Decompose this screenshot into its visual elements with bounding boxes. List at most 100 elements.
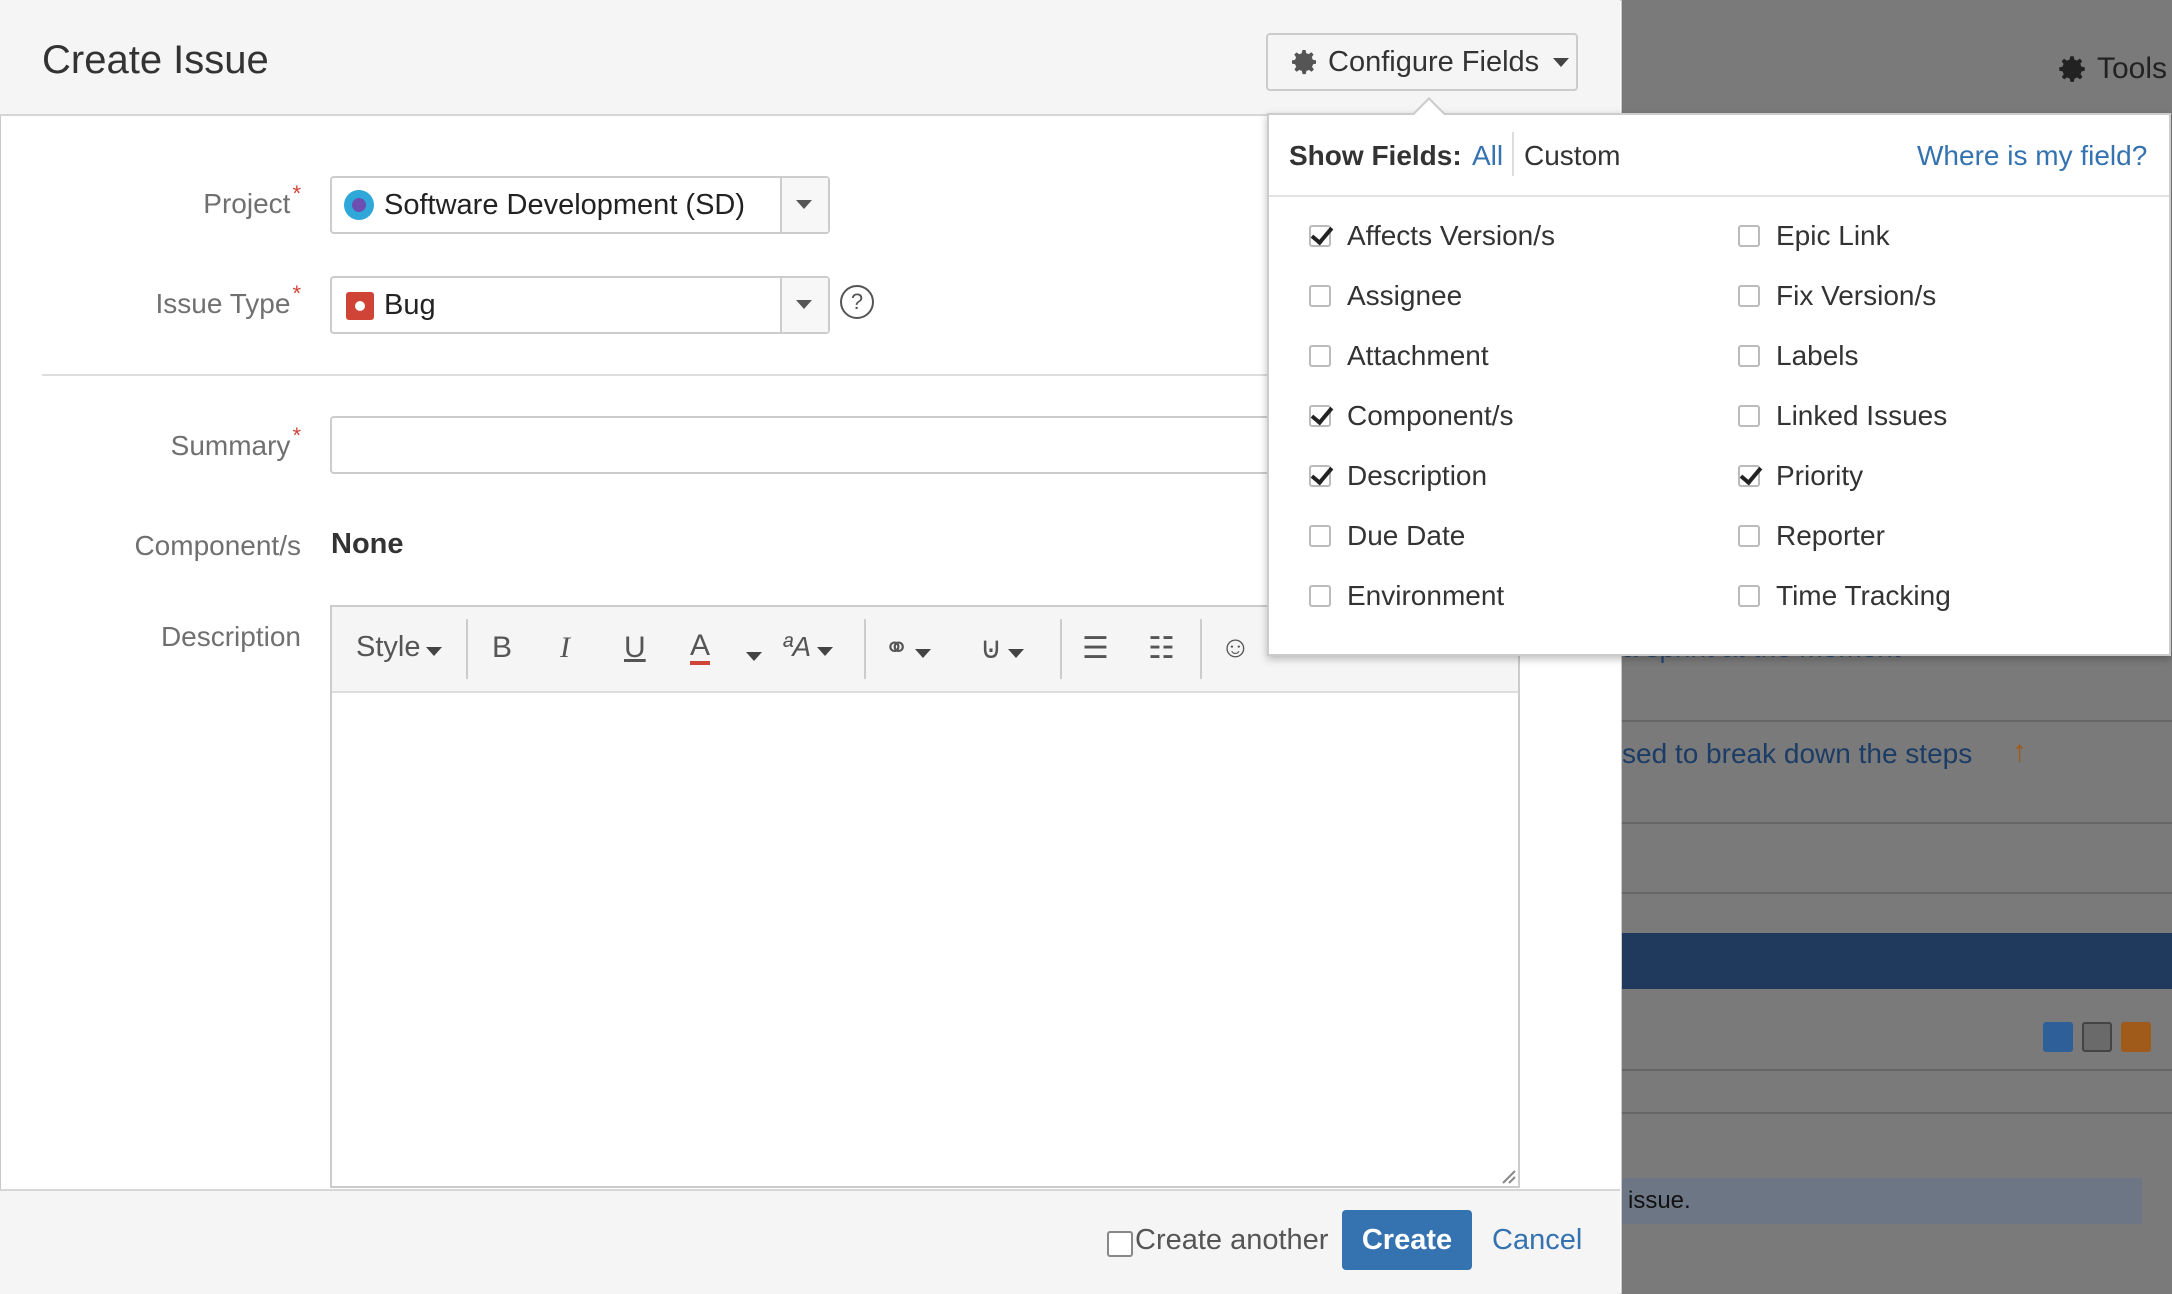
gear-icon (2059, 56, 2085, 82)
toolbar-separator (864, 619, 866, 679)
background-divider (1622, 720, 2172, 722)
field-option-description[interactable]: Description (1309, 460, 1487, 492)
numbered-list-icon[interactable]: ☷ (1148, 631, 1175, 666)
project-avatar-icon (344, 190, 374, 220)
italic-button[interactable]: I (560, 631, 570, 665)
checkbox[interactable] (1309, 345, 1331, 367)
background-note: issue. (1622, 1178, 2142, 1224)
checkbox[interactable] (1738, 585, 1760, 607)
text-color-dropdown[interactable] (740, 635, 762, 669)
style-dropdown[interactable]: Style (356, 631, 443, 664)
field-option-assignee[interactable]: Assignee (1309, 280, 1462, 312)
create-another-label[interactable]: Create another (1135, 1224, 1328, 1257)
chevron-down-icon (796, 300, 812, 309)
field-option-components[interactable]: Component/s (1309, 400, 1514, 432)
project-value: Software Development (SD) (384, 189, 746, 221)
cancel-link[interactable]: Cancel (1492, 1224, 1582, 1257)
background-divider (1622, 1069, 2172, 1071)
checkbox[interactable] (1309, 525, 1331, 547)
field-option-priority[interactable]: Priority (1738, 460, 1863, 492)
checkbox[interactable] (1738, 285, 1760, 307)
create-button[interactable]: Create (1342, 1210, 1472, 1270)
bug-icon (346, 292, 374, 320)
background-divider (1622, 892, 2172, 894)
field-option-linked-issues[interactable]: Linked Issues (1738, 400, 1947, 432)
show-all-link[interactable]: All (1472, 140, 1503, 172)
field-option-attachment[interactable]: Attachment (1309, 340, 1489, 372)
field-option-epic-link[interactable]: Epic Link (1738, 220, 1890, 252)
emoticon-icon[interactable]: ☺ (1220, 631, 1251, 665)
help-icon[interactable]: ? (840, 285, 874, 319)
issue-type-label: Issue Type* (155, 281, 301, 319)
required-marker: * (292, 281, 301, 306)
checkbox[interactable] (1309, 405, 1331, 427)
panel-pointer-fill (1414, 100, 1444, 115)
field-option-fix-version[interactable]: Fix Version/s (1738, 280, 1936, 312)
bullet-list-icon[interactable]: ☰ (1082, 631, 1109, 666)
create-another-checkbox[interactable] (1107, 1231, 1133, 1257)
checkbox[interactable] (1738, 345, 1760, 367)
checkbox[interactable] (1309, 225, 1331, 247)
components-label: Component/s (134, 530, 301, 561)
dialog-title: Create Issue (42, 38, 269, 82)
field-option-labels[interactable]: Labels (1738, 340, 1859, 372)
chevron-down-icon (1007, 649, 1024, 658)
description-label: Description (160, 621, 301, 652)
rss-icon[interactable] (2121, 1022, 2151, 1052)
list-view-icon[interactable] (2082, 1022, 2112, 1052)
issue-type-value: Bug (384, 289, 436, 321)
field-option-environment[interactable]: Environment (1309, 580, 1504, 612)
bold-button[interactable]: B (492, 631, 512, 665)
background-link[interactable]: sed to break down the steps (1622, 738, 1972, 770)
background-divider (1622, 822, 2172, 824)
text-color-button[interactable]: A (690, 631, 711, 665)
show-fields-label: Show Fields: (1289, 140, 1462, 171)
toolbar-separator (1200, 619, 1202, 679)
project-label: Project* (203, 181, 301, 219)
chevron-down-icon (426, 647, 443, 656)
required-marker: * (292, 423, 301, 448)
arrow-up-icon: ↑ (2012, 735, 2027, 768)
tools-menu[interactable]: Tools (2055, 52, 2167, 86)
issue-type-select[interactable]: Bug (330, 276, 830, 334)
show-custom-option[interactable]: Custom (1524, 140, 1620, 172)
link-icon[interactable]: ⚭ (884, 631, 932, 666)
checkbox[interactable] (1738, 225, 1760, 247)
issue-type-dropdown-toggle[interactable] (780, 278, 828, 332)
underline-button[interactable]: U (624, 631, 646, 665)
checkbox[interactable] (1738, 405, 1760, 427)
field-option-time-tracking[interactable]: Time Tracking (1738, 580, 1951, 612)
field-option-affects-version[interactable]: Affects Version/s (1309, 220, 1555, 252)
field-option-reporter[interactable]: Reporter (1738, 520, 1885, 552)
checkbox[interactable] (1738, 465, 1760, 487)
field-option-due-date[interactable]: Due Date (1309, 520, 1465, 552)
checkbox[interactable] (1309, 285, 1331, 307)
chevron-down-icon (796, 200, 812, 209)
chevron-down-icon (1553, 57, 1570, 67)
configure-fields-label: Configure Fields (1328, 45, 1540, 78)
tools-label: Tools (2097, 52, 2168, 85)
project-select[interactable]: Software Development (SD) (330, 176, 830, 234)
chevron-down-icon (915, 649, 932, 658)
gear-icon (1292, 50, 1316, 75)
detail-view-icon[interactable] (2043, 1022, 2073, 1052)
text-size-icon[interactable]: ªA (782, 631, 834, 663)
components-value[interactable]: None (331, 528, 404, 561)
background-header-bar (1622, 933, 2172, 989)
toolbar-separator (1060, 619, 1062, 679)
project-dropdown-toggle[interactable] (780, 178, 828, 232)
required-marker: * (292, 181, 301, 206)
checkbox[interactable] (1309, 585, 1331, 607)
toolbar-separator (466, 619, 468, 679)
chevron-down-icon (817, 647, 834, 656)
resize-handle-icon[interactable] (1500, 1168, 1516, 1184)
background-divider (1622, 1112, 2172, 1114)
where-is-my-field-link[interactable]: Where is my field? (1917, 140, 2147, 172)
configure-fields-button[interactable]: Configure Fields (1266, 33, 1578, 91)
panel-separator (1512, 132, 1514, 176)
attachment-icon[interactable]: ⊍ (980, 631, 1024, 666)
summary-label: Summary* (170, 423, 301, 461)
chevron-down-icon (746, 652, 762, 661)
checkbox[interactable] (1738, 525, 1760, 547)
checkbox[interactable] (1309, 465, 1331, 487)
